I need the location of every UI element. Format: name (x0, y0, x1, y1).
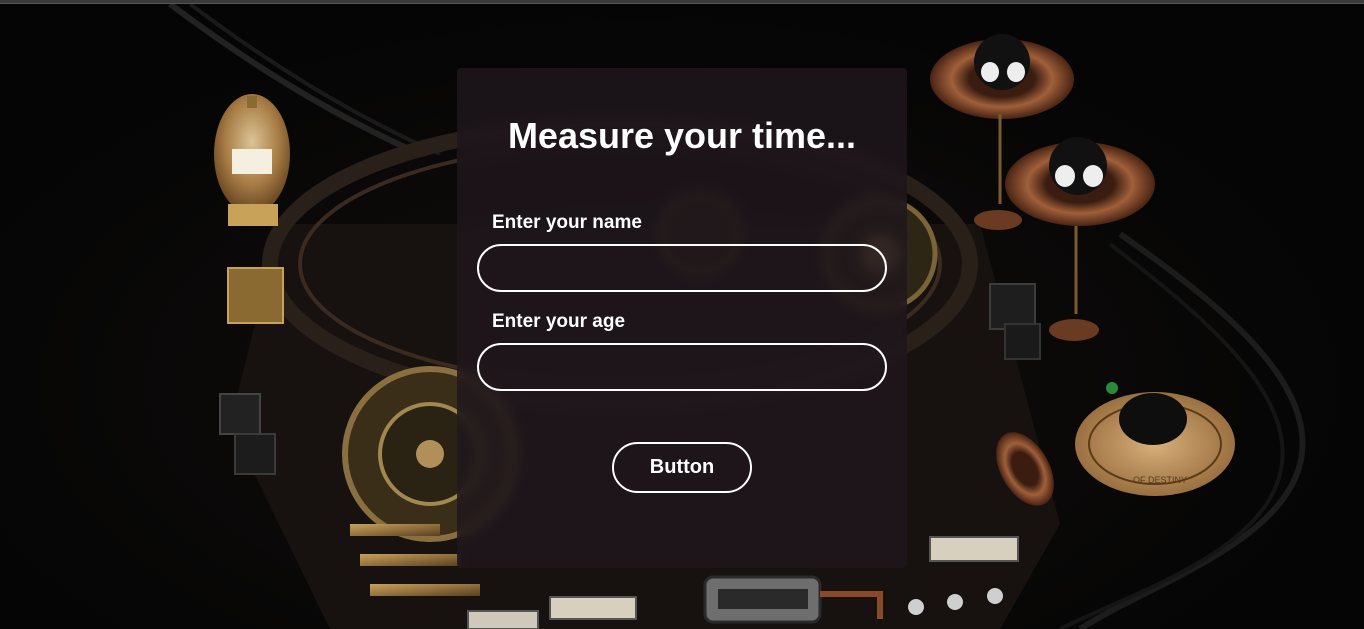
submit-button[interactable]: Button (612, 442, 752, 493)
time-form-card: Measure your time... Enter your name Ent… (457, 68, 907, 568)
age-input[interactable] (477, 343, 887, 391)
age-label: Enter your age (492, 311, 626, 332)
form-title: Measure your time... (507, 115, 857, 156)
name-label: Enter your name (492, 212, 642, 233)
dial-plaque-text: OF DESTINY (1133, 475, 1187, 485)
name-input[interactable] (477, 244, 887, 292)
